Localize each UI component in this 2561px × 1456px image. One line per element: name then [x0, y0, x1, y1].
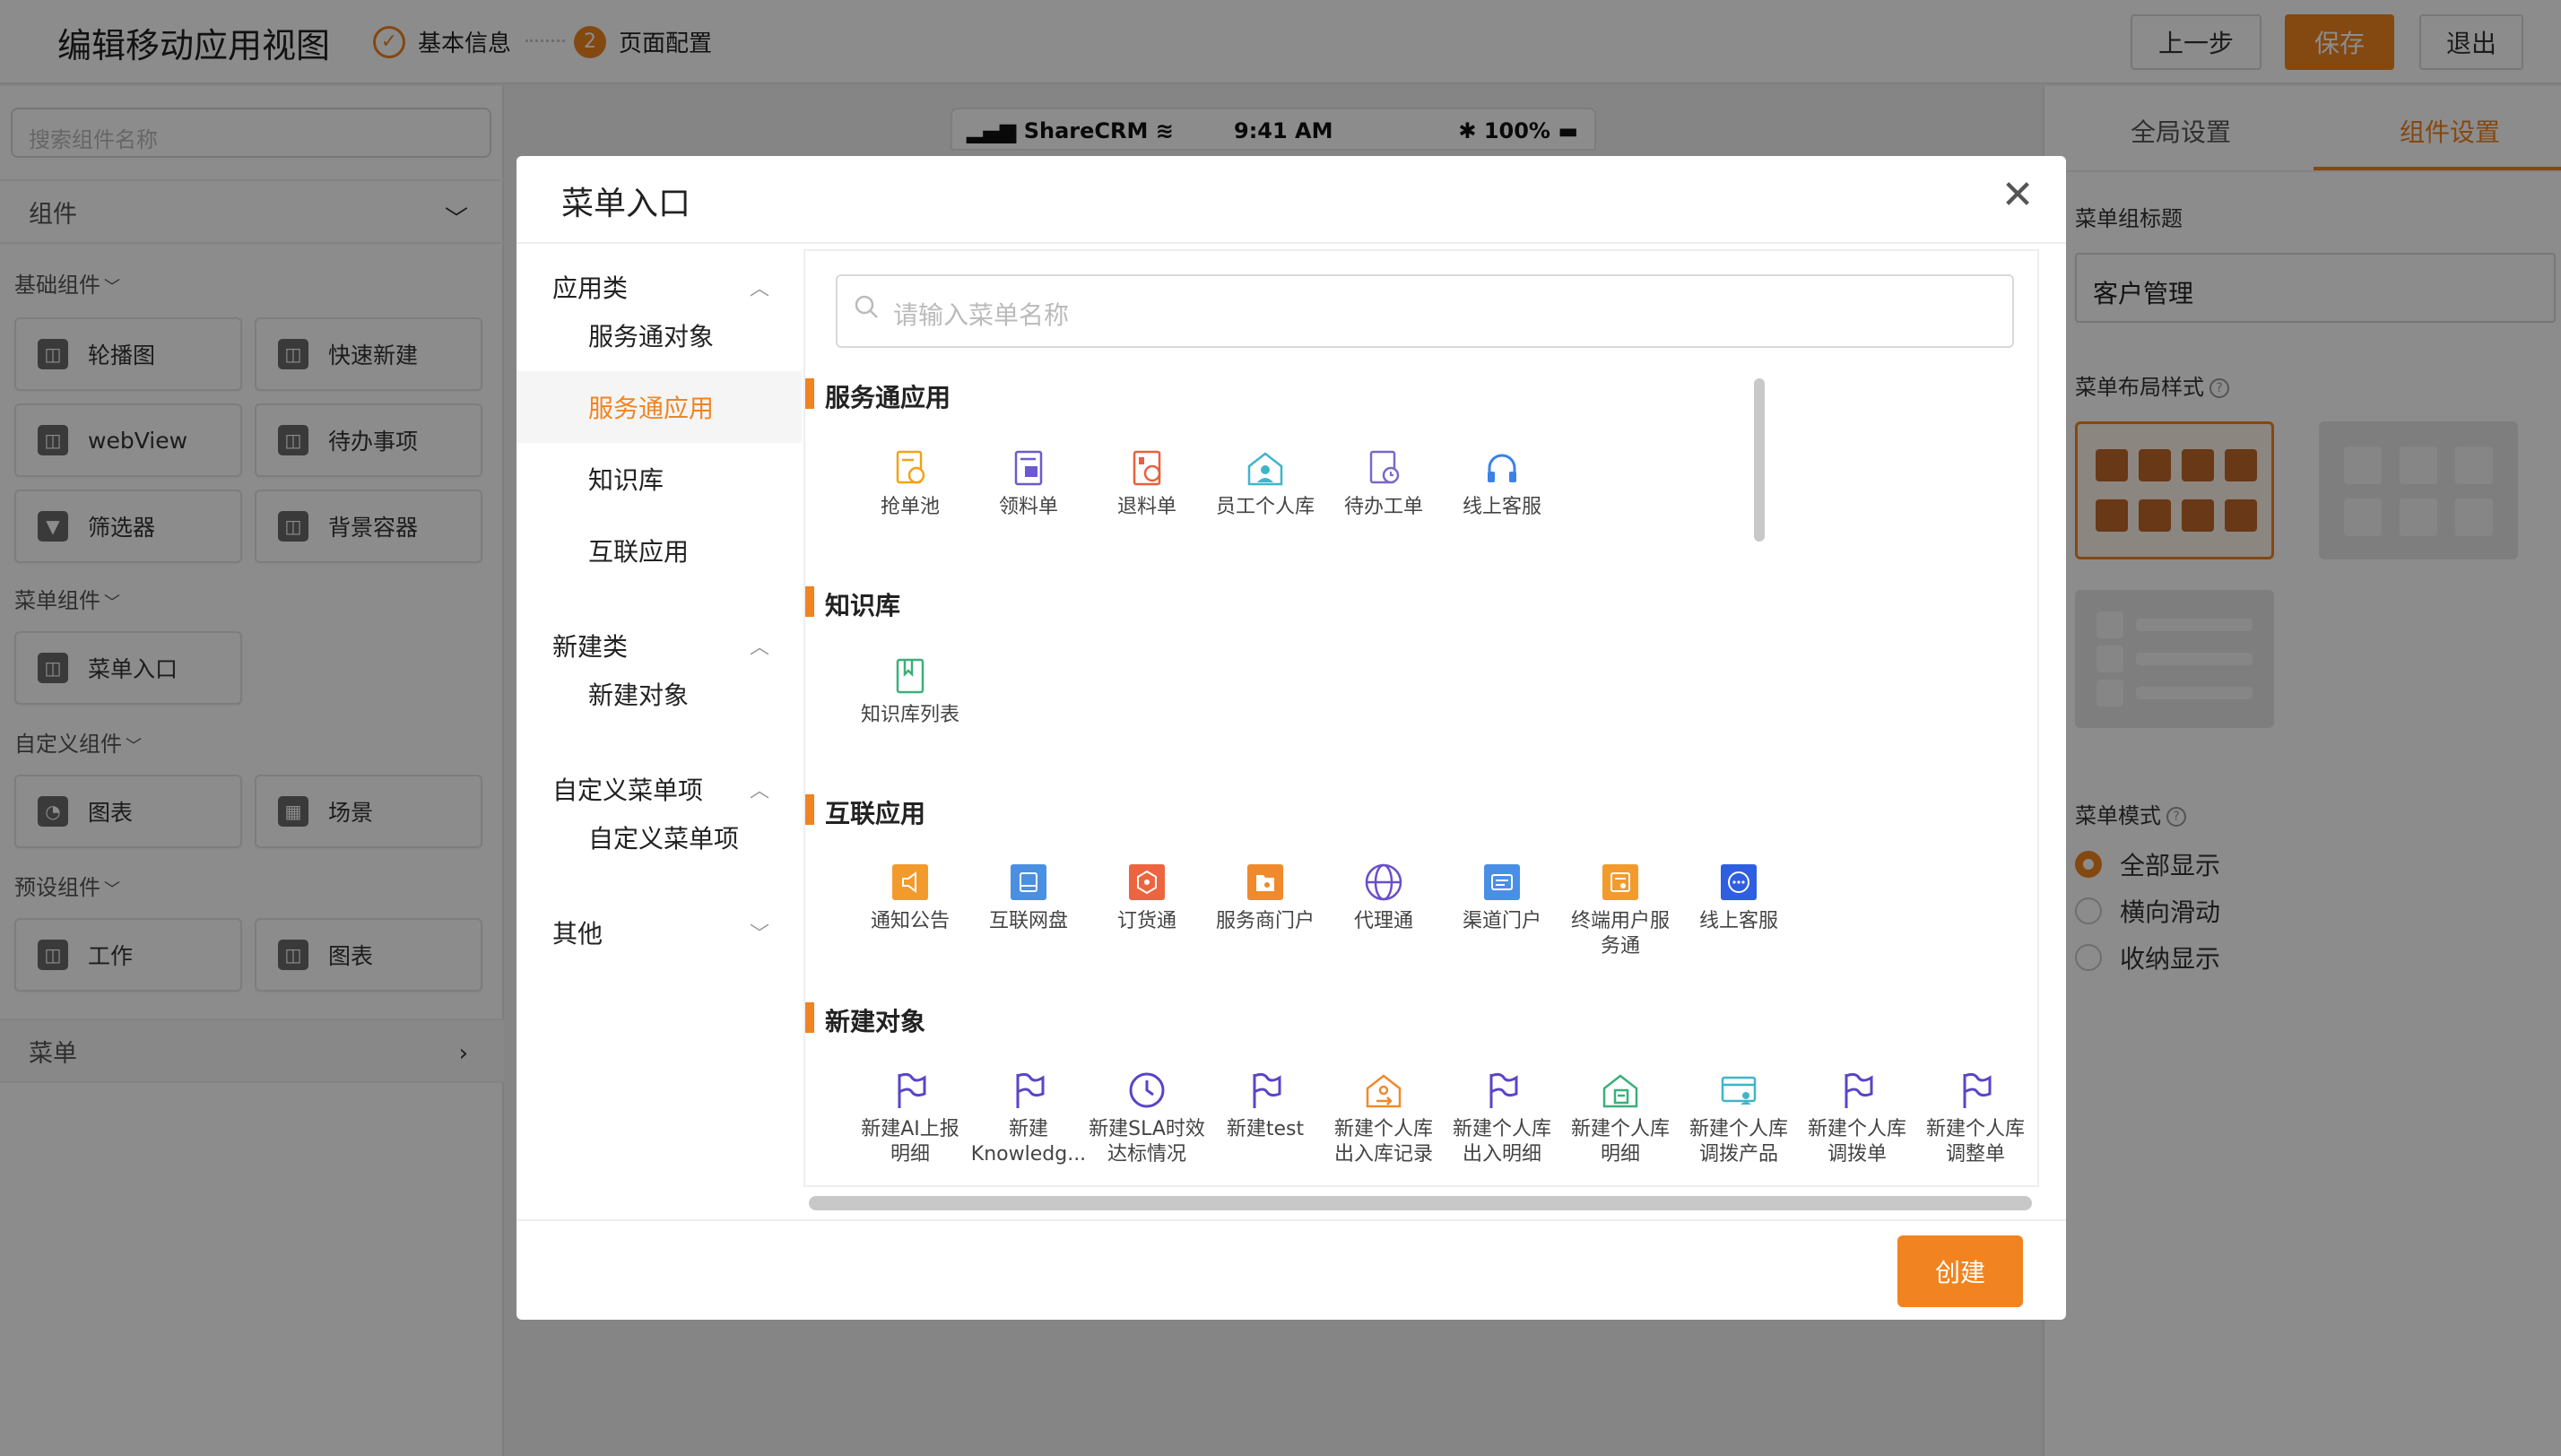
chevron-up-icon: ︿ [750, 637, 770, 659]
modal-footer-divider [517, 1219, 2066, 1221]
modal-title: 菜单入口 [561, 186, 691, 222]
menu-content-area: 请输入菜单名称 服务通应用 抢单池 领料单 退料单 员工个人库 待办工单 线上客… [803, 249, 2039, 1187]
partner-portal-icon [1247, 864, 1283, 900]
flag-icon [1963, 1072, 1992, 1108]
grab-order-pool-icon [896, 450, 925, 484]
warehouse-transfer-icon [1366, 1074, 1402, 1108]
order-link-icon [1129, 864, 1165, 900]
menu-tile[interactable]: 知识库列表 [852, 654, 968, 728]
nav-item-new-object[interactable]: 新建对象 [517, 658, 802, 730]
menu-search-input[interactable]: 请输入菜单名称 [836, 274, 2014, 348]
menu-tile[interactable]: 订货通 [1089, 861, 1205, 934]
globe-icon [1365, 863, 1402, 901]
close-icon[interactable]: ✕ [1998, 176, 2037, 215]
menu-tile[interactable]: 新建SLA时效达标情况 [1089, 1069, 1205, 1167]
menu-tile[interactable]: 抢单池 [852, 446, 968, 520]
menu-tile[interactable]: 线上客服 [1444, 446, 1560, 520]
nav-item-service-objects[interactable]: 服务通对象 [517, 299, 802, 371]
menu-tile[interactable]: 终端用户服务通 [1562, 861, 1679, 959]
nav-item-knowledge-base[interactable]: 知识库 [517, 443, 802, 515]
transfer-product-icon [1721, 1076, 1757, 1105]
nav-item-service-apps[interactable]: 服务通应用 [517, 371, 802, 443]
nav-item-interconnected-apps[interactable]: 互联应用 [517, 515, 802, 586]
vertical-scrollbar[interactable] [1754, 378, 1765, 542]
create-button[interactable]: 创建 [1897, 1235, 2023, 1307]
material-request-icon [1014, 450, 1043, 486]
menu-tile[interactable]: 通知公告 [852, 861, 968, 934]
flag-icon [1253, 1072, 1281, 1108]
modal-header-divider [517, 242, 2066, 244]
headset-icon [1488, 454, 1516, 482]
category-nav: 应用类 ︿ 服务通对象 服务通应用 知识库 互联应用 新建类 ︿ 新建对象 自定义菜… [517, 246, 802, 1198]
menu-tile[interactable]: 代理通 [1325, 861, 1442, 934]
flag-icon [1845, 1072, 1873, 1108]
menu-tile[interactable]: 渠道门户 [1444, 861, 1560, 934]
knowledge-book-icon [896, 658, 925, 694]
menu-tile[interactable]: 线上客服 [1680, 861, 1797, 934]
menu-tile[interactable]: 待办工单 [1325, 446, 1442, 520]
menu-entry-modal: 菜单入口 ✕ 应用类 ︿ 服务通对象 服务通应用 知识库 互联应用 新建类 ︿ 新建… [517, 156, 2066, 1320]
announcement-icon [892, 864, 928, 900]
menu-tile[interactable]: 新建test [1207, 1069, 1324, 1142]
chevron-up-icon: ︿ [750, 278, 770, 300]
menu-tile[interactable]: 新建Knowledg... [970, 1069, 1087, 1167]
clock-icon [1129, 1072, 1165, 1108]
pending-ticket-icon [1369, 450, 1400, 484]
menu-tile[interactable]: 新建个人库调拨产品 [1680, 1069, 1797, 1167]
menu-tile[interactable]: 领料单 [970, 446, 1087, 520]
search-icon [855, 295, 878, 318]
menu-tile[interactable]: 新建个人库调拨单 [1799, 1069, 1915, 1167]
section-title-interconnected: 互联应用 [805, 794, 925, 830]
menu-tile[interactable]: 新建个人库调整单 [1917, 1069, 2034, 1167]
menu-tile[interactable]: 新建个人库出入库记录 [1325, 1069, 1442, 1167]
menu-tile[interactable]: 服务商门户 [1207, 861, 1324, 934]
nav-item-custom-menu[interactable]: 自定义菜单项 [517, 802, 802, 873]
end-user-service-icon [1602, 864, 1638, 900]
warehouse-detail-icon [1602, 1074, 1638, 1108]
flag-icon [1016, 1072, 1045, 1108]
flag-icon [898, 1072, 926, 1108]
menu-tile[interactable]: 员工个人库 [1207, 446, 1324, 520]
section-title-knowledge: 知识库 [805, 586, 900, 622]
nav-group-other[interactable]: 其他 ﹀ [552, 914, 769, 950]
flag-icon [1489, 1072, 1518, 1108]
chevron-down-icon: ﹀ [750, 923, 770, 946]
section-title-service-apps: 服务通应用 [805, 378, 951, 414]
material-return-icon [1133, 450, 1161, 486]
menu-tile[interactable]: 互联网盘 [970, 861, 1087, 934]
cloud-drive-icon [1011, 864, 1046, 900]
section-title-new-object: 新建对象 [805, 1002, 925, 1038]
horizontal-scrollbar[interactable] [809, 1196, 2032, 1210]
menu-tile[interactable]: 新建AI上报明细 [852, 1069, 968, 1167]
menu-tile[interactable]: 新建个人库明细 [1562, 1069, 1679, 1167]
menu-tile[interactable]: 新建个人库出入明细 [1444, 1069, 1560, 1167]
channel-portal-icon [1484, 864, 1520, 900]
chevron-up-icon: ︿ [750, 780, 770, 802]
menu-tile[interactable]: 退料单 [1089, 446, 1205, 520]
chat-bubble-icon [1721, 864, 1757, 900]
employee-warehouse-icon [1247, 452, 1283, 486]
